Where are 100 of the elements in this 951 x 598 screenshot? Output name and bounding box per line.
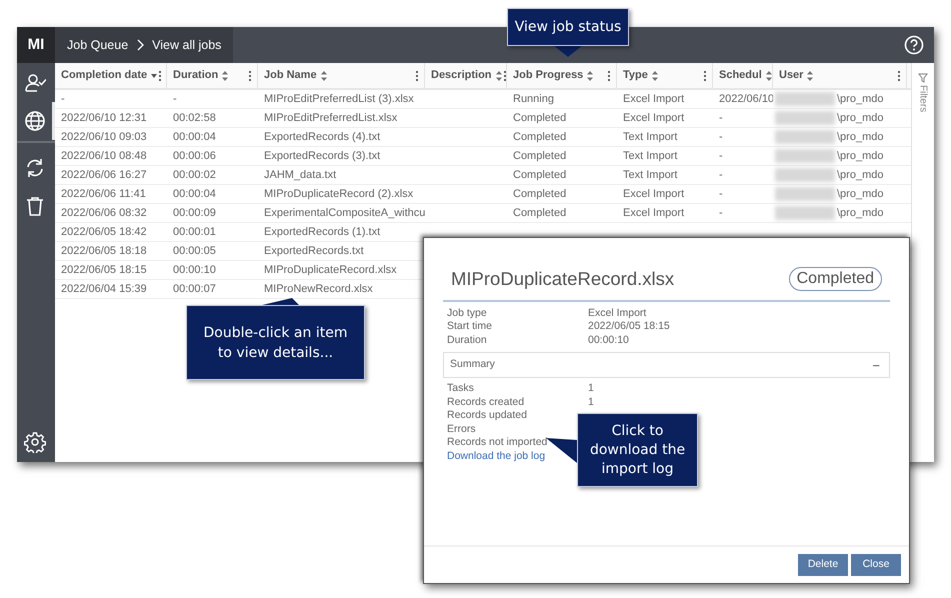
field-label: Records created	[447, 396, 524, 408]
blurred-text	[775, 92, 835, 106]
filter-icon	[918, 73, 928, 83]
table-cell-text: 2022/06/10 09:03	[61, 130, 147, 145]
table-cell-text: Completed	[513, 148, 566, 164]
table-cell-text: 00:00:10	[173, 262, 216, 278]
table-cell-text: 2022/06/06 11:41	[61, 186, 146, 202]
blurred-text	[775, 111, 835, 125]
filters-tab[interactable]: Filters	[916, 85, 930, 112]
field-label: Records updated	[447, 409, 527, 422]
table-cell-text: Completed	[513, 168, 566, 183]
table-cell-text: Excel Import	[623, 92, 684, 107]
column-header[interactable]: Schedul	[719, 67, 762, 84]
table-cell-text: \pro_mdo	[837, 130, 884, 145]
field-value: Excel Import	[588, 306, 646, 321]
table-cell-text: -	[719, 110, 723, 126]
table-cell-text: 2022/06/04 15:39	[61, 282, 147, 297]
globe-icon	[24, 110, 46, 132]
table-cell-text: -	[61, 92, 65, 107]
table-cell-text: 00:00:06	[173, 148, 216, 164]
table-cell-text: 2022/06/10 08:48	[61, 148, 147, 164]
blurred-text	[775, 206, 835, 220]
settings-icon	[24, 431, 46, 453]
blurred-text	[775, 130, 835, 144]
table-cell-text: 00:00:02	[173, 168, 216, 183]
column-header[interactable]: Duration	[173, 67, 218, 84]
dialog-title: MIProDuplicateRecord.xlsx	[451, 267, 674, 291]
collapse-toggle[interactable]: −	[872, 356, 880, 375]
table-cell-text: ExportedRecords (4).txt	[264, 130, 380, 145]
table-cell-text: 2022/06/06 08:32	[61, 206, 147, 221]
table-cell-text: 00:00:07	[173, 282, 216, 297]
table-cell-text: -	[719, 148, 723, 164]
download-link[interactable]: Download the job log	[447, 448, 546, 464]
table-cell-text: ExperimentalCompositeA_withcu	[264, 206, 425, 221]
dialog-button[interactable]: Delete	[798, 554, 848, 576]
table-cell-text: 00:00:04	[173, 130, 216, 145]
table-cell-text: -	[719, 186, 723, 202]
table-cell-text: Completed	[513, 186, 566, 202]
table-cell-text: JAHM_data.txt	[264, 168, 336, 183]
table-cell-text: MIProNewRecord.xlsx	[264, 282, 373, 297]
field-label: Job type	[447, 306, 487, 319]
app-logo: MI	[17, 27, 55, 63]
table-cell-text: 2022/06/05 18:15	[61, 262, 147, 278]
dialog-button[interactable]: Close	[851, 554, 901, 576]
table-cell-text: Completed	[513, 110, 566, 126]
field-value: 1	[588, 394, 594, 410]
column-header[interactable]: Completion date	[61, 67, 148, 84]
table-cell-text: Running	[513, 92, 554, 107]
table-cell-text: Excel Import	[623, 206, 684, 221]
table-cell-text: Text Import	[623, 130, 678, 145]
table-cell-text: \pro_mdo	[837, 186, 884, 202]
table-cell-text: 00:00:04	[173, 186, 216, 202]
summary-section-header[interactable]: Summary −	[443, 352, 890, 378]
field-value: 1	[588, 381, 594, 396]
table-cell-text: 00:00:05	[173, 244, 216, 259]
table-cell-text: ExportedRecords (1).txt	[264, 224, 380, 240]
table-cell-text: Completed	[513, 130, 566, 145]
field-label: Tasks	[447, 382, 474, 394]
column-header[interactable]: Description	[431, 67, 492, 84]
table-cell-text: MIProEditPreferredList.xlsx	[264, 110, 398, 126]
table-cell-text: MIProDuplicateRecord.xlsx	[264, 262, 397, 278]
table-cell-text: \pro_mdo	[837, 92, 884, 107]
table-cell-text: \pro_mdo	[837, 148, 884, 164]
table-cell-text: 2022/06/10 12:31	[61, 110, 147, 126]
table-cell-text: Completed	[513, 206, 566, 221]
table-cell-text: 00:00:01	[173, 224, 216, 240]
field-label: Start time	[447, 320, 492, 332]
blurred-text	[775, 149, 835, 163]
breadcrumb-link[interactable]: View all jobs	[152, 36, 222, 54]
table-cell-text: ExportedRecords.txt	[264, 244, 364, 259]
table-cell-text: -	[719, 206, 723, 221]
column-header[interactable]: User	[779, 67, 804, 84]
table-cell-text: -	[719, 168, 723, 183]
breadcrumb-link[interactable]: Job Queue	[67, 36, 128, 54]
user-check-icon	[24, 72, 46, 94]
table-cell-text: MIProEditPreferredList (3).xlsx	[264, 92, 414, 107]
column-header[interactable]: Job Name	[264, 67, 317, 84]
blurred-text	[775, 168, 835, 182]
table-cell-text: \pro_mdo	[837, 206, 884, 221]
table-cell-text: -	[173, 92, 177, 107]
field-label: Records not imported	[447, 436, 548, 448]
table-cell-text: Excel Import	[623, 110, 684, 126]
chevron-right-icon	[136, 39, 144, 51]
help-icon	[904, 35, 924, 55]
table-cell-text: 2022/06/06 16:27	[61, 168, 147, 183]
field-value: 00:00:10	[588, 332, 629, 348]
column-header[interactable]: Job Progress	[513, 67, 584, 84]
callout-arrow-tooltip	[546, 437, 578, 464]
callout-tooltip: Click to download the import log	[577, 413, 698, 487]
column-header[interactable]: Type	[623, 67, 648, 84]
table-cell-text: 2022/06/05 18:18	[61, 244, 147, 259]
blurred-text	[775, 187, 835, 201]
table-cell-text: Text Import	[623, 148, 678, 164]
table-cell-text: \pro_mdo	[837, 110, 884, 126]
field-label: Duration	[447, 334, 487, 346]
table-cell-text: MIProDuplicateRecord (2).xlsx	[264, 186, 414, 202]
table-cell-text: \pro_mdo	[837, 168, 884, 183]
table-cell-text: 00:02:58	[173, 110, 216, 126]
field-value: 2022/06/05 18:15	[588, 319, 670, 334]
table-cell-text: ExportedRecords (3).txt	[264, 148, 380, 164]
